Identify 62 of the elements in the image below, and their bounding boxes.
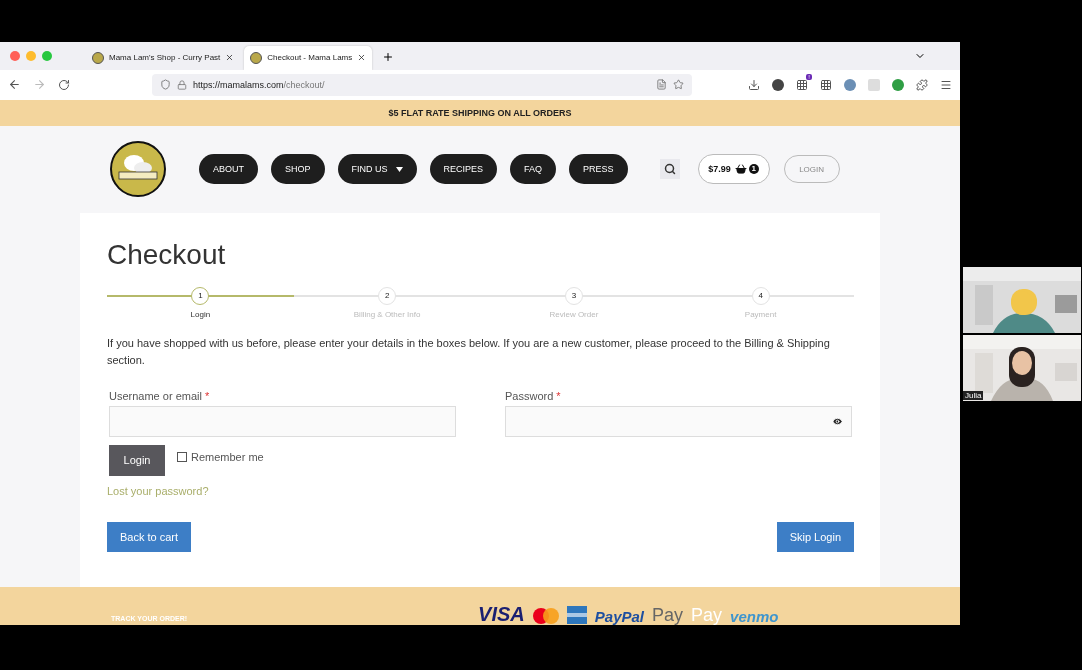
nav-link[interactable]: RECIPES — [429, 154, 498, 185]
url-text: https://mamalams.com/checkout/ — [193, 79, 325, 90]
nav-link[interactable]: PRESS — [569, 154, 628, 185]
required-mark: * — [204, 389, 210, 402]
step-number: 4 — [751, 286, 770, 305]
step-label: Login — [190, 309, 211, 319]
field-label: Password — [505, 389, 554, 402]
reader-icon[interactable] — [656, 79, 667, 91]
apple-pay-logo: Pay — [691, 606, 723, 624]
new-tab-icon[interactable] — [382, 50, 395, 63]
reload-icon[interactable] — [58, 78, 70, 91]
address-bar[interactable]: https://mamalams.com/checkout/ — [152, 73, 692, 96]
search-button[interactable] — [659, 159, 680, 180]
checkbox-label: Remember me — [191, 450, 264, 463]
step-number: 3 — [564, 286, 583, 305]
close-icon[interactable] — [357, 53, 367, 63]
browser-tab[interactable]: Checkout - Mama Lams — [244, 45, 373, 70]
field-label: Username or email — [109, 389, 202, 402]
cart-button[interactable]: $7.99 1 — [697, 154, 770, 185]
lock-icon — [177, 79, 187, 90]
logo-icon[interactable] — [110, 141, 166, 198]
shipping-banner: $5 FLAT RATE SHIPPING ON ALL ORDERS — [0, 99, 960, 126]
download-icon[interactable] — [748, 78, 760, 91]
extension-icon[interactable] — [772, 78, 784, 91]
bookmark-icon[interactable] — [673, 79, 684, 91]
basket-icon — [734, 163, 747, 176]
card-icon — [566, 606, 587, 624]
nav-link[interactable]: FAQ — [510, 154, 557, 185]
step-number: 1 — [191, 286, 210, 305]
step-number: 2 — [378, 286, 397, 305]
menu-icon[interactable] — [940, 78, 952, 91]
intro-text: If you have shopped with us before, please enter your details in the boxes below. If you are a new customer, please proceed to the Billing & Shipping section. — [107, 335, 831, 368]
browser-tab[interactable]: Mama Lam's Shop - Curry Past — [86, 45, 241, 70]
google-pay-logo: Pay — [652, 606, 684, 624]
nav-link[interactable]: ABOUT — [199, 154, 258, 185]
required-mark: * — [555, 389, 561, 402]
apps-icon[interactable] — [820, 78, 832, 91]
caret-icon — [395, 166, 403, 172]
nav-link[interactable]: SHOP — [271, 154, 325, 185]
favicon-icon — [92, 51, 104, 64]
favicon-icon — [250, 51, 263, 64]
cart-count-badge: 1 — [748, 164, 759, 175]
extensions-icon[interactable] — [916, 78, 928, 91]
back-to-cart-button[interactable]: Back to cart — [107, 521, 192, 552]
close-icon[interactable] — [225, 53, 235, 63]
paypal-logo: PayPal — [594, 609, 644, 624]
skip-login-button[interactable]: Skip Login — [776, 521, 854, 552]
nav-link[interactable]: FIND US — [337, 154, 417, 185]
mastercard-icon — [532, 608, 559, 624]
checkbox[interactable] — [177, 451, 187, 462]
visa-logo: VISA — [478, 604, 525, 624]
close-window-button[interactable] — [10, 50, 20, 61]
step-label: Payment — [744, 309, 777, 319]
back-icon[interactable] — [8, 78, 21, 92]
login-button[interactable]: Login — [109, 444, 165, 476]
shield-icon — [160, 79, 171, 91]
show-password-icon[interactable] — [832, 415, 843, 427]
password-field[interactable] — [505, 405, 852, 437]
page-title: Checkout — [107, 238, 227, 272]
participant-name: Julia — [963, 391, 984, 400]
username-field[interactable] — [109, 405, 456, 437]
venmo-logo: venmo — [730, 609, 779, 624]
